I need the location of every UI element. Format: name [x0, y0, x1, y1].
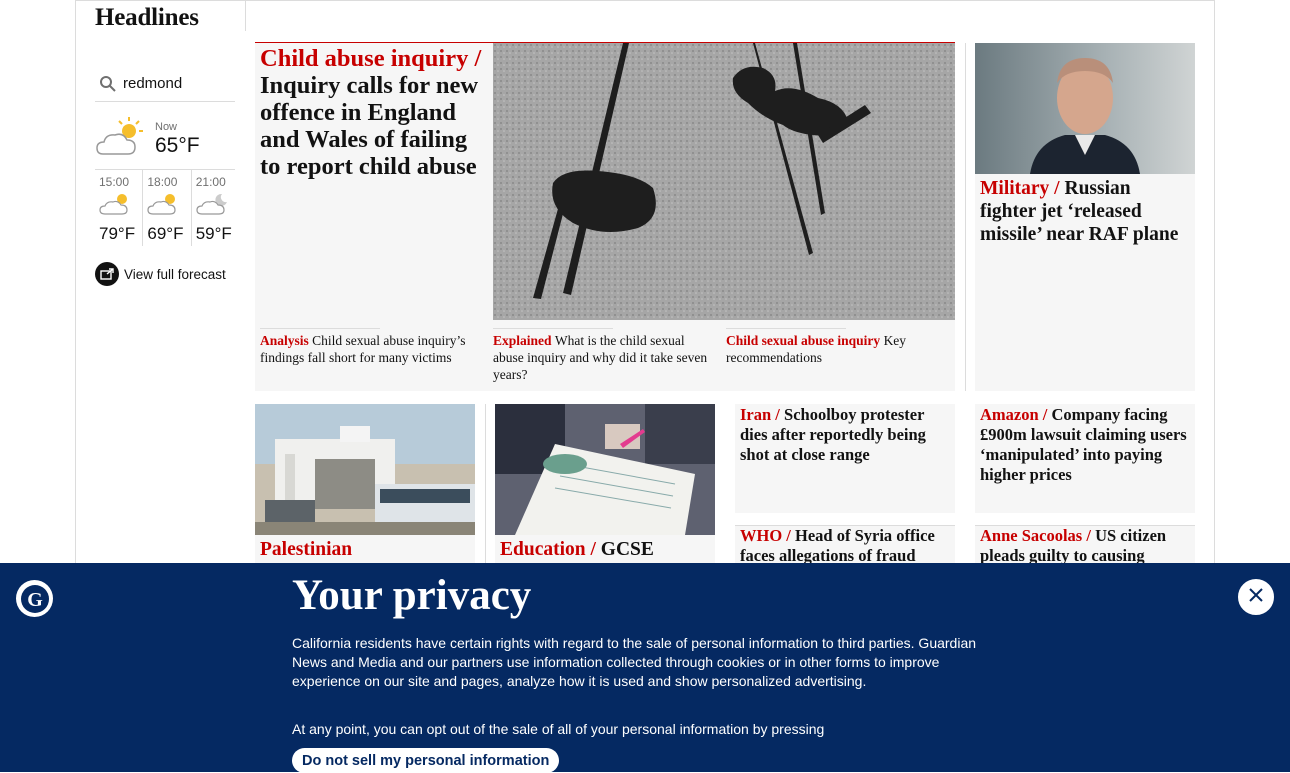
- sub-story-analysis[interactable]: Analysis Child sexual abuse inquiry’s fi…: [260, 332, 485, 366]
- partly-cloudy-icon: [95, 116, 147, 163]
- now-temp: 65°F: [155, 134, 200, 157]
- palestinian-image[interactable]: [255, 404, 475, 535]
- sub-story-explained[interactable]: Explained What is the child sexual abuse…: [493, 332, 718, 383]
- title-divider: [245, 0, 246, 31]
- sub-rule: [726, 328, 846, 329]
- forecast-slot: 18:00 69°F: [143, 170, 192, 246]
- close-privacy-button[interactable]: [1238, 579, 1274, 615]
- cloudy-moon-icon: [196, 193, 232, 221]
- lead-image[interactable]: [493, 43, 955, 320]
- education-headline[interactable]: Education / GCSE: [500, 538, 710, 561]
- forecast-time: 15:00: [99, 175, 130, 189]
- forecast-slot: 21:00 59°F: [192, 170, 240, 246]
- location-input[interactable]: redmond: [123, 75, 182, 92]
- forecast-slot: 15:00 79°F: [95, 170, 144, 246]
- guardian-logo-icon: G: [16, 580, 53, 617]
- svg-text:G: G: [27, 589, 43, 611]
- column-divider: [965, 43, 966, 391]
- column-divider: [485, 404, 486, 574]
- amazon-headline[interactable]: Amazon / Company facing £900m lawsuit cl…: [980, 405, 1192, 485]
- sub-story-recommendations[interactable]: Child sexual abuse inquiry Key recommend…: [726, 332, 951, 366]
- now-label: Now: [155, 121, 178, 133]
- education-kicker: Education /: [500, 539, 596, 560]
- who-kicker: WHO /: [740, 526, 791, 545]
- who-headline[interactable]: WHO / Head of Syria office faces allegat…: [740, 526, 950, 566]
- forecast-time: 21:00: [195, 175, 226, 189]
- forecast-time: 18:00: [147, 175, 178, 189]
- forecast-temp: 69°F: [147, 224, 184, 243]
- sub-kicker: Analysis: [260, 333, 309, 348]
- privacy-opt-out-text: At any point, you can opt out of the sal…: [292, 721, 825, 737]
- education-headline-text: GCSE: [600, 539, 654, 560]
- sub-kicker: Child sexual abuse inquiry: [726, 333, 881, 348]
- sub-rule: [260, 328, 380, 329]
- palestinian-kicker: Palestinian: [260, 539, 353, 560]
- forecast-temp: 59°F: [195, 224, 232, 243]
- forecast-temp: 79°F: [99, 224, 136, 243]
- sub-rule: [493, 328, 613, 329]
- search-icon: [99, 73, 121, 95]
- amazon-kicker: Amazon /: [980, 405, 1048, 424]
- weather-widget: redmond Now 65°F 15:00 79°F 18:00 69°F 2…: [95, 66, 240, 286]
- sacoolas-kicker: Anne Sacoolas /: [980, 526, 1091, 545]
- military-kicker: Military /: [980, 178, 1060, 199]
- lead-headline[interactable]: Child abuse inquiry / Inquiry calls for …: [260, 45, 486, 180]
- external-link-icon: [95, 262, 119, 286]
- top-rule: [75, 0, 1215, 1]
- privacy-text: California residents have certain rights…: [292, 635, 977, 689]
- view-full-forecast-link[interactable]: View full forecast: [95, 262, 240, 286]
- lead-headline-text: Inquiry calls for new offence in England…: [260, 72, 479, 180]
- iran-kicker: Iran /: [740, 405, 780, 424]
- do-not-sell-button[interactable]: Do not sell my personal information: [292, 748, 560, 773]
- partly-cloudy-icon: [147, 194, 183, 221]
- military-headline[interactable]: Military / Russian fighter jet ‘released…: [980, 177, 1190, 246]
- close-icon: [1248, 587, 1264, 608]
- sub-kicker: Explained: [493, 333, 552, 348]
- current-weather: Now 65°F: [95, 110, 235, 170]
- hourly-forecast: 15:00 79°F 18:00 69°F 21:00 59°F: [95, 170, 240, 246]
- iran-headline[interactable]: Iran / Schoolboy protester dies after re…: [740, 405, 950, 465]
- sacoolas-headline[interactable]: Anne Sacoolas / US citizen pleads guilty…: [980, 526, 1192, 566]
- privacy-title: Your privacy: [292, 572, 532, 619]
- privacy-banner: G Your privacy California residents have…: [0, 563, 1290, 773]
- military-image[interactable]: [975, 43, 1195, 174]
- partly-cloudy-icon: [99, 194, 135, 221]
- palestinian-headline[interactable]: Palestinian: [260, 538, 470, 561]
- section-title: Headlines: [95, 4, 199, 31]
- education-image[interactable]: [495, 404, 715, 535]
- lead-kicker: Child abuse inquiry /: [260, 45, 482, 72]
- location-search[interactable]: redmond: [95, 66, 235, 102]
- view-full-forecast-label: View full forecast: [124, 266, 226, 282]
